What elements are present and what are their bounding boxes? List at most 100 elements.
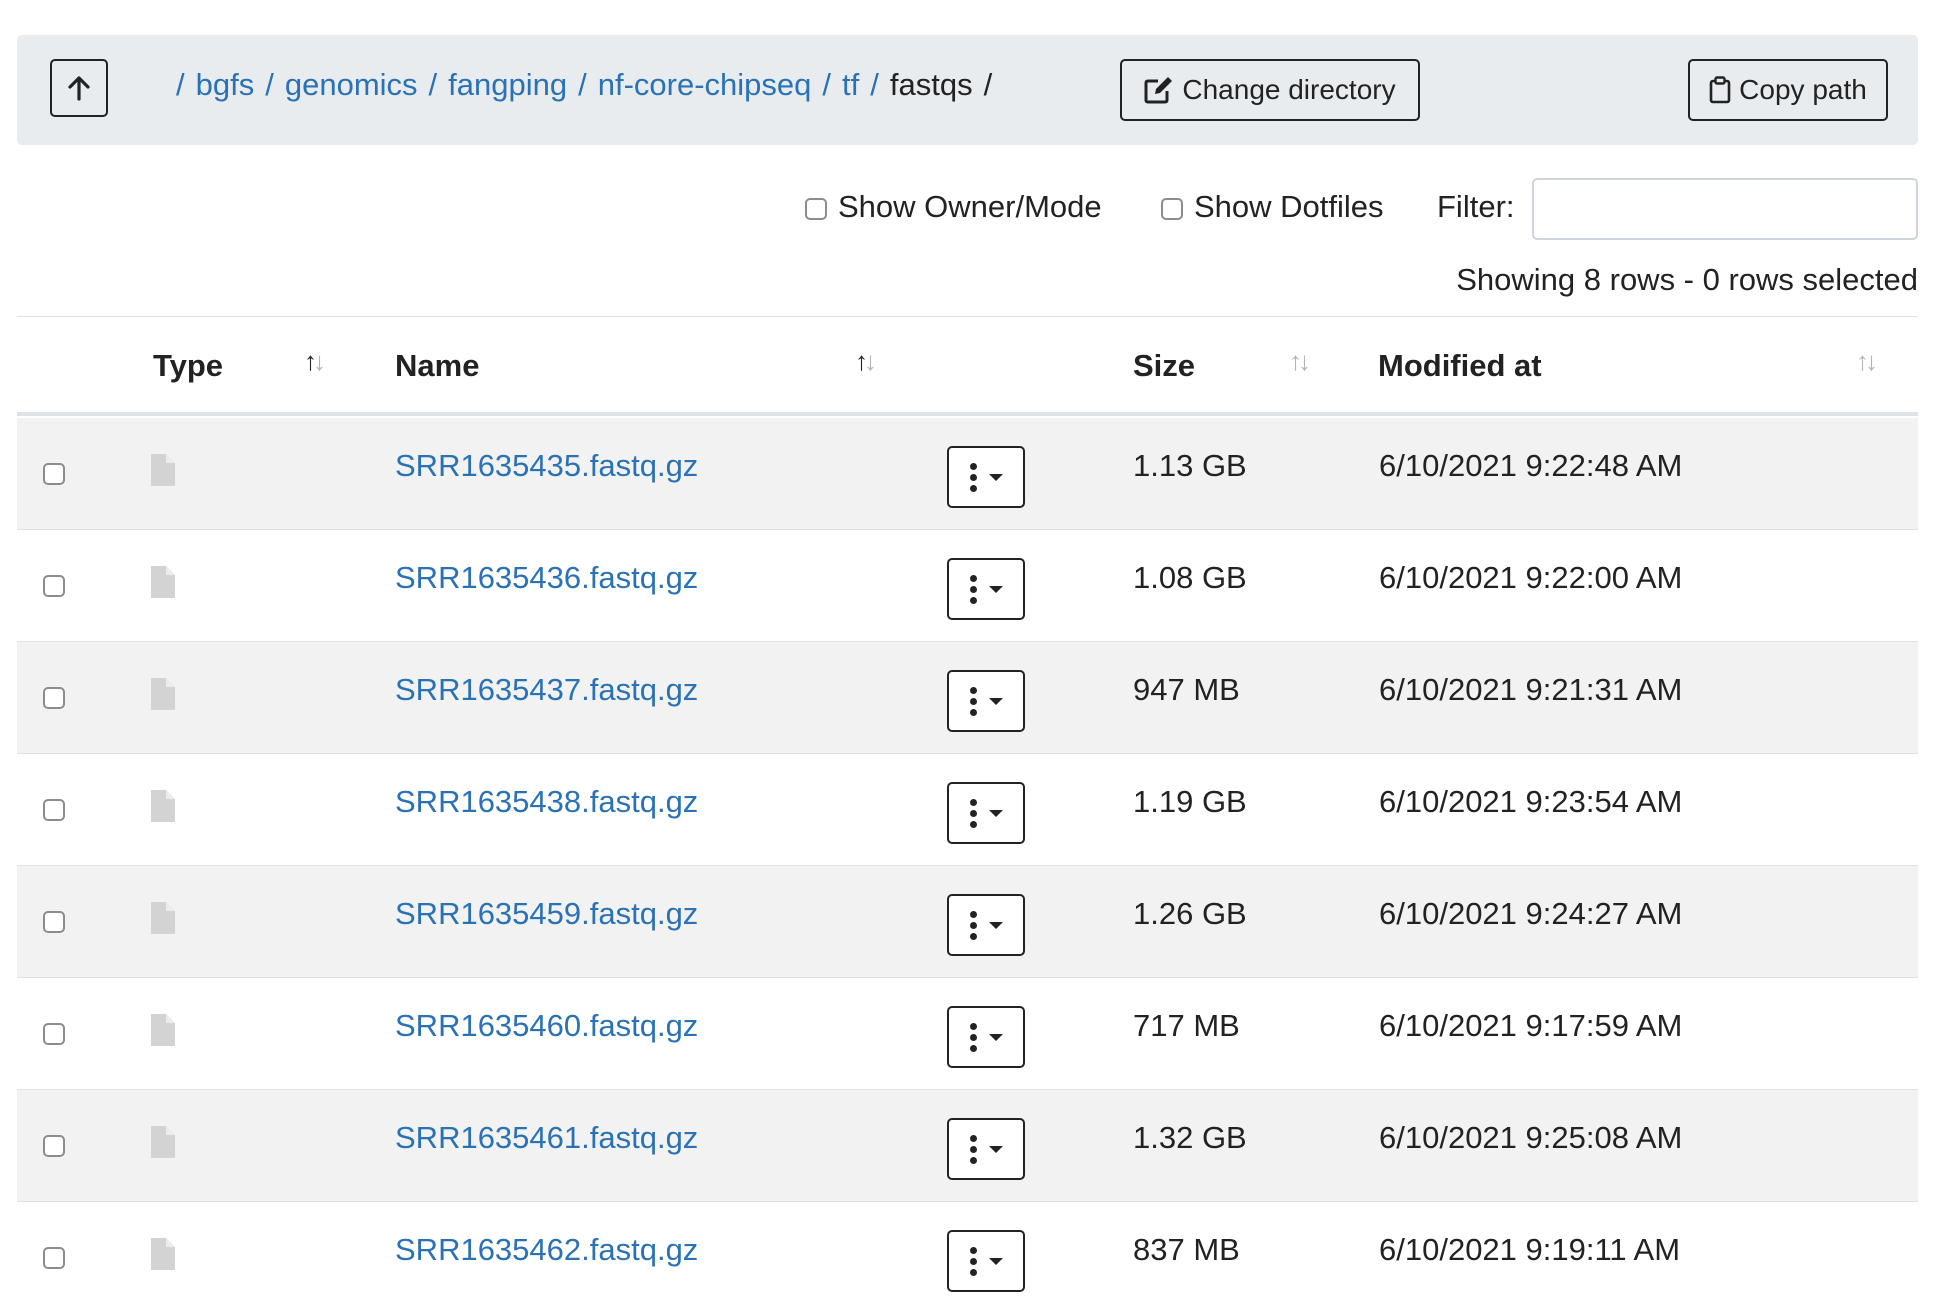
- file-name-link[interactable]: SRR1635462.fastq.gz: [395, 1232, 698, 1268]
- show-dotfiles-label: Show Dotfiles: [1194, 189, 1384, 224]
- file-browser: / bgfs / genomics / fangping / nf-core-c…: [0, 0, 1934, 1300]
- copy-path-label: Copy path: [1739, 74, 1867, 105]
- breadcrumb: / bgfs / genomics / fangping / nf-core-c…: [165, 63, 1003, 107]
- column-header-type[interactable]: Type: [153, 348, 223, 384]
- breadcrumb-item-genomics[interactable]: genomics: [285, 67, 418, 103]
- show-owner-mode-checkbox[interactable]: [805, 198, 827, 220]
- filter-label: Filter:: [1437, 189, 1515, 224]
- row-actions-button[interactable]: [947, 446, 1025, 508]
- file-name-link[interactable]: SRR1635436.fastq.gz: [395, 560, 698, 596]
- sort-icon[interactable]: ↑↓: [1856, 346, 1878, 377]
- sort-icon[interactable]: ↑↓: [304, 346, 326, 377]
- chevron-down-icon: [988, 1145, 1003, 1153]
- row-actions-button[interactable]: [947, 894, 1025, 956]
- file-name-link[interactable]: SRR1635437.fastq.gz: [395, 672, 698, 708]
- file-modified: 6/10/2021 9:22:48 AM: [1379, 448, 1683, 483]
- breadcrumb-separator: /: [983, 67, 993, 102]
- kebab-menu-icon: [969, 1022, 977, 1052]
- kebab-menu-icon: [969, 686, 977, 716]
- kebab-menu-icon: [969, 910, 977, 940]
- column-header-size[interactable]: Size: [1133, 348, 1195, 384]
- file-modified: 6/10/2021 9:17:59 AM: [1379, 1008, 1683, 1043]
- file-name-link[interactable]: SRR1635459.fastq.gz: [395, 896, 698, 932]
- row-actions-button[interactable]: [947, 782, 1025, 844]
- change-directory-label: Change directory: [1182, 74, 1396, 105]
- row-select-checkbox[interactable]: [43, 575, 65, 597]
- row-select-checkbox[interactable]: [43, 799, 65, 821]
- sort-icon[interactable]: ↑↓: [855, 346, 877, 377]
- file-modified: 6/10/2021 9:22:00 AM: [1379, 560, 1683, 595]
- file-icon: [151, 1126, 175, 1158]
- file-icon: [151, 1238, 175, 1270]
- chevron-down-icon: [988, 585, 1003, 593]
- row-actions-button[interactable]: [947, 1006, 1025, 1068]
- file-icon: [151, 1014, 175, 1046]
- breadcrumb-current: fastqs: [889, 67, 973, 102]
- table-row[interactable]: SRR1635435.fastq.gz 1.13 GB 6/10/2021 9:…: [17, 418, 1918, 530]
- row-select-checkbox[interactable]: [43, 687, 65, 709]
- table-row[interactable]: SRR1635461.fastq.gz 1.32 GB 6/10/2021 9:…: [17, 1090, 1918, 1202]
- show-owner-mode-label: Show Owner/Mode: [838, 189, 1102, 224]
- file-icon: [151, 678, 175, 710]
- file-modified: 6/10/2021 9:24:27 AM: [1379, 896, 1683, 931]
- row-count-status: Showing 8 rows - 0 rows selected: [1456, 262, 1918, 297]
- table-row[interactable]: SRR1635462.fastq.gz 837 MB 6/10/2021 9:1…: [17, 1202, 1918, 1300]
- table-row[interactable]: SRR1635459.fastq.gz 1.26 GB 6/10/2021 9:…: [17, 866, 1918, 978]
- breadcrumb-item-bgfs[interactable]: bgfs: [196, 67, 255, 103]
- column-header-modified[interactable]: Modified at: [1378, 348, 1542, 384]
- row-actions-button[interactable]: [947, 558, 1025, 620]
- file-name-link[interactable]: SRR1635461.fastq.gz: [395, 1120, 698, 1156]
- show-dotfiles-checkbox[interactable]: [1161, 198, 1183, 220]
- go-up-button[interactable]: [50, 59, 108, 117]
- arrow-up-icon: [68, 76, 90, 101]
- file-modified: 6/10/2021 9:19:11 AM: [1379, 1232, 1681, 1267]
- row-actions-button[interactable]: [947, 1230, 1025, 1292]
- file-icon: [151, 790, 175, 822]
- copy-path-button[interactable]: Copy path: [1688, 59, 1888, 121]
- breadcrumb-separator: /: [265, 67, 274, 102]
- breadcrumb-separator: /: [870, 67, 879, 102]
- kebab-menu-icon: [969, 574, 977, 604]
- breadcrumb-item-nf-core-chipseq[interactable]: nf-core-chipseq: [598, 67, 812, 103]
- file-name-link[interactable]: SRR1635438.fastq.gz: [395, 784, 698, 820]
- file-size: 1.19 GB: [1133, 784, 1247, 819]
- clipboard-icon: [1709, 76, 1731, 104]
- file-modified: 6/10/2021 9:25:08 AM: [1379, 1120, 1683, 1155]
- breadcrumb-item-tf[interactable]: tf: [842, 67, 859, 103]
- column-header-name[interactable]: Name: [395, 348, 479, 384]
- file-size: 1.13 GB: [1133, 448, 1247, 483]
- row-select-checkbox[interactable]: [43, 911, 65, 933]
- chevron-down-icon: [988, 697, 1003, 705]
- row-actions-button[interactable]: [947, 670, 1025, 732]
- file-icon: [151, 566, 175, 598]
- kebab-menu-icon: [969, 1134, 977, 1164]
- breadcrumb-item-fangping[interactable]: fangping: [448, 67, 567, 103]
- chevron-down-icon: [988, 921, 1003, 929]
- file-icon: [151, 454, 175, 486]
- file-modified: 6/10/2021 9:23:54 AM: [1379, 784, 1683, 819]
- file-size: 1.32 GB: [1133, 1120, 1247, 1155]
- row-select-checkbox[interactable]: [43, 1135, 65, 1157]
- row-select-checkbox[interactable]: [43, 1247, 65, 1269]
- table-row[interactable]: SRR1635438.fastq.gz 1.19 GB 6/10/2021 9:…: [17, 754, 1918, 866]
- kebab-menu-icon: [969, 1246, 977, 1276]
- file-name-link[interactable]: SRR1635460.fastq.gz: [395, 1008, 698, 1044]
- breadcrumb-separator: /: [176, 67, 185, 102]
- table-top-border: [17, 316, 1918, 317]
- change-directory-button[interactable]: Change directory: [1120, 59, 1420, 121]
- breadcrumb-separator: /: [578, 67, 587, 102]
- filter-input[interactable]: [1532, 178, 1918, 240]
- sort-icon[interactable]: ↑↓: [1289, 346, 1311, 377]
- file-size: 947 MB: [1133, 672, 1240, 707]
- chevron-down-icon: [988, 1257, 1003, 1265]
- table-row[interactable]: SRR1635436.fastq.gz 1.08 GB 6/10/2021 9:…: [17, 530, 1918, 642]
- kebab-menu-icon: [969, 798, 977, 828]
- row-select-checkbox[interactable]: [43, 463, 65, 485]
- chevron-down-icon: [988, 1033, 1003, 1041]
- table-row[interactable]: SRR1635437.fastq.gz 947 MB 6/10/2021 9:2…: [17, 642, 1918, 754]
- file-name-link[interactable]: SRR1635435.fastq.gz: [395, 448, 698, 484]
- table-row[interactable]: SRR1635460.fastq.gz 717 MB 6/10/2021 9:1…: [17, 978, 1918, 1090]
- row-select-checkbox[interactable]: [43, 1023, 65, 1045]
- row-actions-button[interactable]: [947, 1118, 1025, 1180]
- breadcrumb-separator: /: [822, 67, 832, 102]
